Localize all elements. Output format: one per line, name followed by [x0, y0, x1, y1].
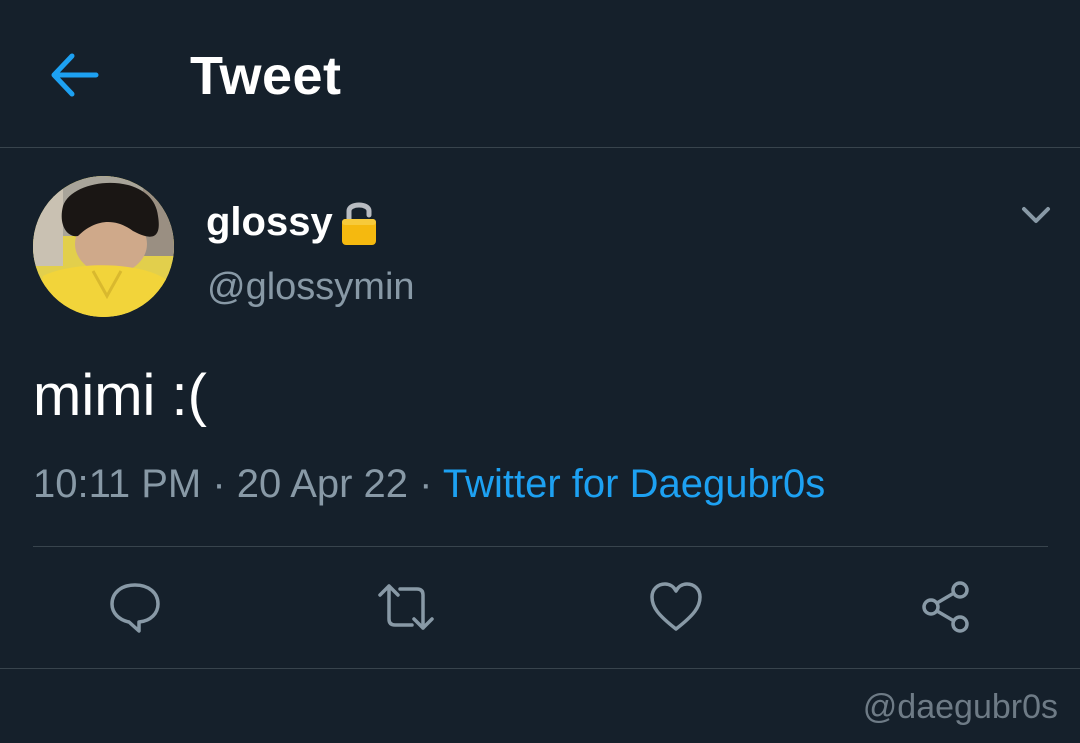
reply-icon: [110, 583, 160, 633]
display-name[interactable]: glossy: [206, 200, 333, 245]
meta-separator: ·: [408, 462, 443, 506]
tweet-detail-screen: Tweet glossy @glossymin mimi :( 10:11 PM…: [0, 0, 1080, 743]
share-button[interactable]: [918, 579, 974, 635]
tweet-source-link[interactable]: Twitter for Daegubr0s: [443, 462, 825, 506]
display-name-row[interactable]: glossy: [206, 194, 379, 250]
avatar[interactable]: [33, 176, 174, 317]
arrow-left-icon: [51, 53, 99, 97]
user-handle[interactable]: @glossymin: [207, 266, 415, 309]
avatar-image: [33, 176, 174, 317]
divider: [0, 668, 1080, 669]
meta-separator: ·: [201, 462, 237, 506]
chevron-down-icon: [1022, 207, 1050, 223]
retweet-button[interactable]: [376, 579, 434, 635]
lock-icon: [341, 202, 376, 245]
top-app-bar: Tweet: [0, 0, 1080, 148]
reply-button[interactable]: [107, 579, 163, 635]
heart-icon: [650, 582, 702, 631]
watermark: @daegubr0s: [862, 688, 1058, 726]
page-title: Tweet: [190, 46, 342, 106]
tweet-time: 10:11 PM: [33, 462, 202, 506]
back-button[interactable]: [48, 52, 100, 98]
tweet-actions-bar: [0, 547, 1080, 668]
tweet-text: mimi :(: [33, 363, 207, 428]
retweet-icon: [378, 584, 434, 630]
share-icon: [922, 581, 969, 633]
tweet-date: 20 Apr 22: [236, 462, 409, 506]
like-button[interactable]: [648, 579, 704, 635]
more-options-button[interactable]: [1016, 198, 1056, 232]
tweet-metadata: 10:11 PM · 20 Apr 22 · Twitter for Daegu…: [33, 462, 825, 507]
